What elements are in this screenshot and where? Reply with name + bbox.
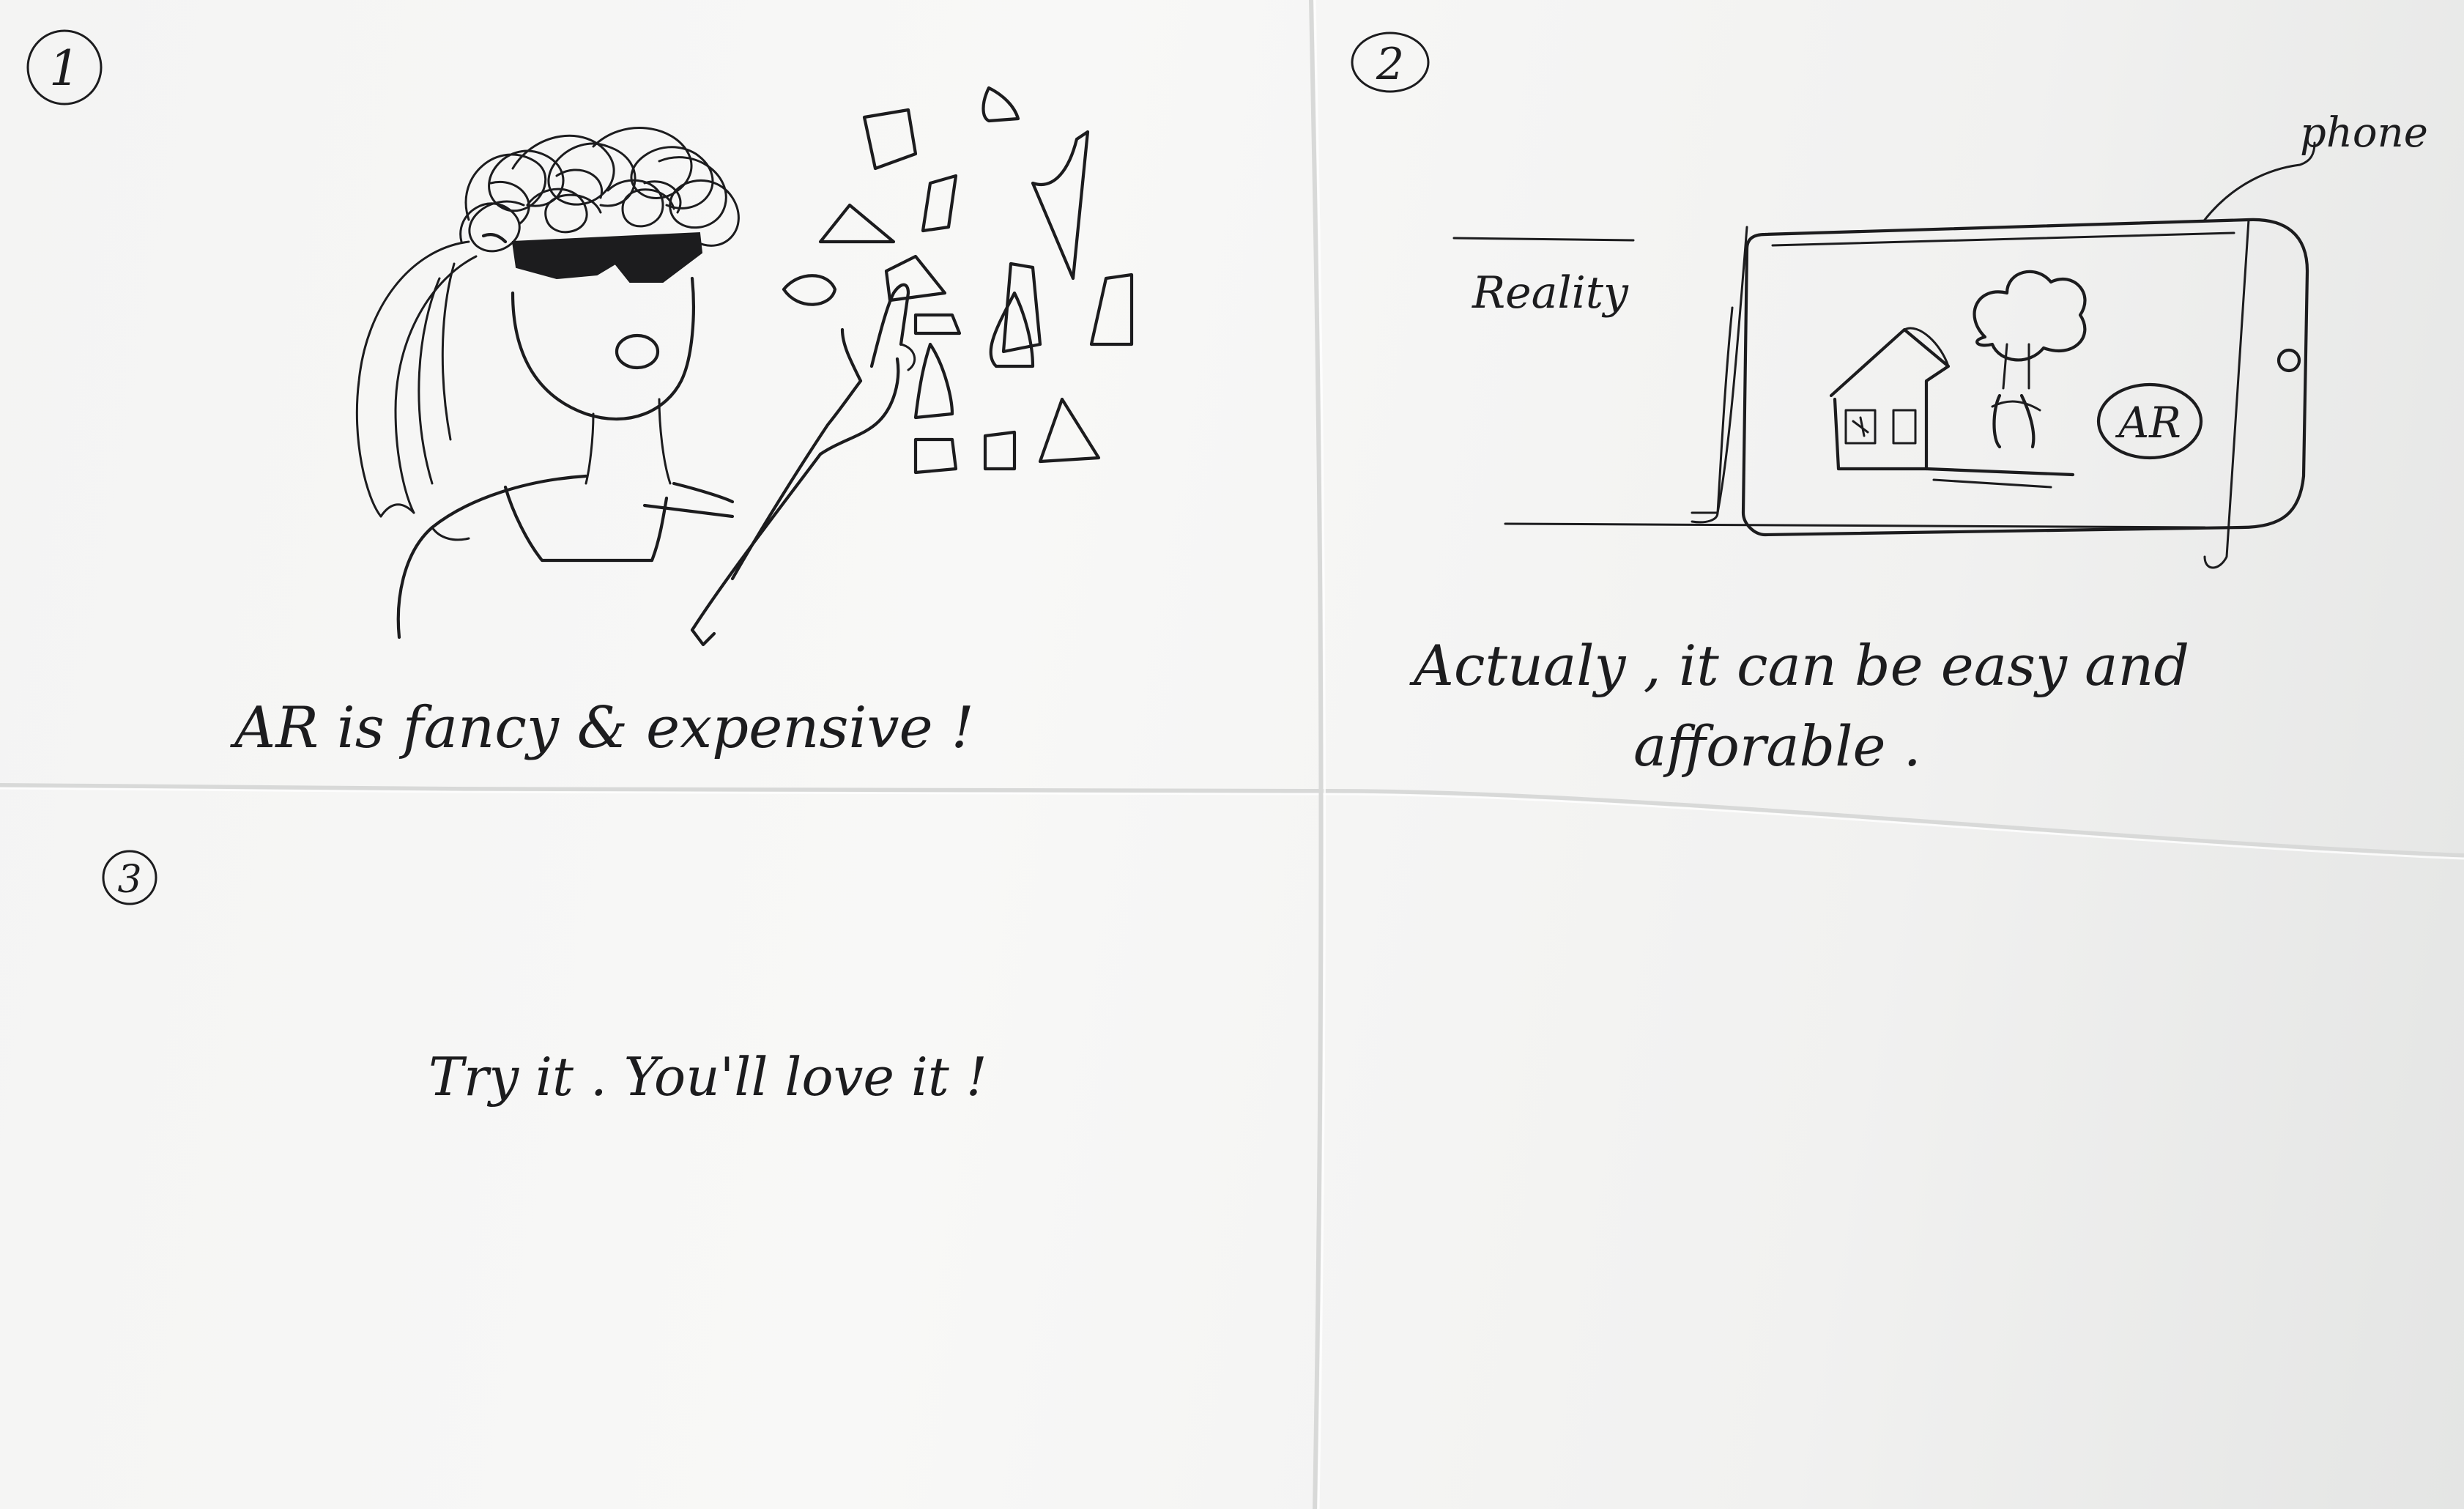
open-mouth [615, 333, 660, 370]
svg-text:afforable .: afforable . [1633, 713, 1921, 779]
panel-3-caption: Try it . You'll love it ! [428, 1046, 987, 1108]
panel-2-caption: Actualy , it can be easy and afforable . [1409, 633, 2189, 779]
sketch-canvas: 1 AR is fancy & expensive ! 2 Reality ph… [0, 0, 2464, 1509]
svg-text:2: 2 [1376, 39, 1404, 90]
svg-text:1: 1 [49, 40, 80, 97]
svg-text:3: 3 [117, 858, 141, 902]
ar-scene-on-phone: AR [1829, 270, 2203, 489]
panel-1: 1 AR is fancy & expensive ! [26, 29, 1134, 761]
phone-label: phone [2300, 109, 2428, 157]
face [511, 276, 695, 485]
ponytail [355, 240, 478, 518]
ar-badge: AR [2096, 382, 2203, 460]
reality-label: Reality [1472, 267, 1629, 319]
reality-frame: Reality [1452, 226, 2206, 529]
svg-text:AR: AR [2115, 398, 2181, 448]
woman-with-ar-glasses-drawing [355, 127, 916, 647]
ar-glasses [481, 231, 703, 283]
panel-1-number: 1 [26, 29, 103, 105]
panel-2-number: 2 [1351, 31, 1430, 93]
panel-3-number: 3 [102, 850, 157, 905]
svg-text:Actualy , it can be easy and: Actualy , it can be easy and [1409, 633, 2189, 698]
panel-3: 3 Try it . You'll love it ! [102, 850, 987, 1108]
phone-home-button [2276, 348, 2301, 373]
phone-drawing: phone [1741, 109, 2428, 569]
panel-2: 2 Reality phone AR Actualy , it can be e… [1351, 31, 2428, 779]
panel-1-caption: AR is fancy & expensive ! [230, 695, 974, 761]
storyboard-sheet: 1 AR is fancy & expensive ! 2 Reality ph… [0, 0, 2464, 1509]
torso [396, 474, 735, 639]
raised-arm [690, 283, 916, 632]
